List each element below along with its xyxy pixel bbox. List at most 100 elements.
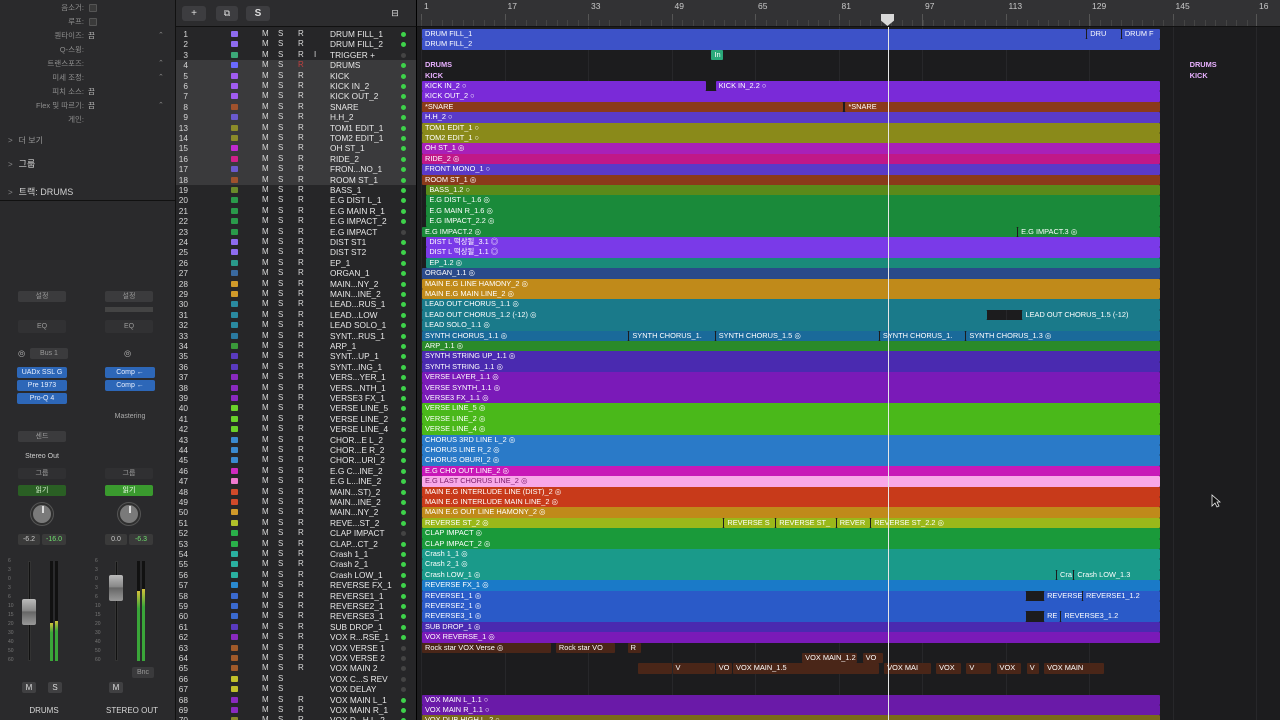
solo-s-button[interactable]: S: [246, 6, 270, 21]
inspector-param[interactable]: 루프:: [0, 16, 176, 28]
group-slot[interactable]: 그룹: [105, 468, 153, 479]
track-header[interactable]: 49 M S R MAIN...INE_2: [176, 497, 416, 507]
mute-button[interactable]: M: [262, 601, 269, 611]
record-button[interactable]: R: [298, 39, 304, 49]
region[interactable]: V: [1026, 663, 1039, 674]
mute-button[interactable]: M: [262, 705, 269, 715]
solo-button[interactable]: S: [278, 206, 283, 216]
output-slot[interactable]: Stereo Out: [17, 451, 67, 462]
solo-button[interactable]: S: [278, 424, 283, 434]
mute-button[interactable]: M: [262, 60, 269, 70]
solo-button[interactable]: S: [278, 466, 283, 476]
solo-button[interactable]: S: [278, 487, 283, 497]
track-header[interactable]: 21 M S R E.G MAIN R_1: [176, 206, 416, 216]
region[interactable]: SYNTH STRING_1.1 ◎: [422, 361, 1160, 373]
solo-button[interactable]: S: [278, 674, 283, 684]
param-value[interactable]: 끔: [88, 86, 95, 98]
mute-button[interactable]: M: [262, 559, 269, 569]
solo-button[interactable]: S: [278, 559, 283, 569]
solo-button[interactable]: S: [278, 580, 283, 590]
region[interactable]: VERSE3 FX_1.1 ◎: [422, 393, 1160, 404]
record-button[interactable]: R: [298, 331, 304, 341]
solo-button[interactable]: S: [278, 393, 283, 403]
region[interactable]: SUB DROP_1 ◎: [422, 621, 1160, 633]
track-header[interactable]: 63 M S R VOX VERSE 1: [176, 643, 416, 653]
mute-button[interactable]: M: [262, 102, 269, 112]
solo-button[interactable]: S: [278, 237, 283, 247]
mute-button[interactable]: M: [262, 39, 269, 49]
region[interactable]: EP_1.2 ◎: [426, 257, 1160, 269]
region[interactable]: REVER: [836, 517, 871, 529]
track-header[interactable]: 4 M S R DRUMS: [176, 60, 416, 71]
record-button[interactable]: R: [298, 102, 304, 112]
region[interactable]: VO: [715, 663, 733, 674]
record-button[interactable]: R: [298, 705, 304, 715]
record-button[interactable]: R: [298, 414, 304, 424]
solo-button[interactable]: S: [278, 123, 283, 133]
region[interactable]: DIST L 떡상될_3.1 ◎: [426, 237, 1160, 248]
solo-button[interactable]: S: [48, 682, 62, 693]
solo-button[interactable]: S: [278, 320, 283, 330]
region[interactable]: MAIN E.G LINE HAMONY_2 ◎: [422, 278, 1160, 289]
region[interactable]: VERSE LINE_5 ◎: [422, 403, 1160, 414]
solo-button[interactable]: S: [278, 715, 283, 720]
record-button[interactable]: R: [298, 29, 304, 39]
track-header[interactable]: 2 M S R DRUM FILL_2: [176, 39, 416, 49]
region[interactable]: V: [672, 663, 715, 674]
mute-button[interactable]: M: [262, 455, 269, 465]
solo-button[interactable]: S: [278, 310, 283, 320]
track-header[interactable]: 9 M S R H.H_2: [176, 112, 416, 123]
solo-button[interactable]: S: [278, 455, 283, 465]
record-button[interactable]: R: [298, 258, 304, 268]
region[interactable]: VOX: [936, 663, 961, 674]
region[interactable]: E.G IMPACT_2.2 ◎: [426, 216, 1160, 227]
solo-button[interactable]: S: [278, 143, 283, 153]
mute-button[interactable]: M: [262, 216, 269, 226]
region[interactable]: VERSE LINE_2 ◎: [422, 413, 1160, 425]
mute-button[interactable]: M: [262, 518, 269, 528]
track-header[interactable]: 39 M S R VERSE3 FX_1: [176, 393, 416, 403]
record-button[interactable]: R: [298, 507, 304, 517]
region[interactable]: R: [627, 642, 642, 653]
mute-button[interactable]: M: [262, 497, 269, 507]
mute-button[interactable]: M: [262, 279, 269, 289]
mute-button[interactable]: M: [262, 258, 269, 268]
track-header[interactable]: 51 M S R REVE...ST_2: [176, 518, 416, 528]
solo-button[interactable]: S: [278, 331, 283, 341]
track-header[interactable]: 53 M S R CLAP...CT_2: [176, 539, 416, 549]
more-disclosure[interactable]: > 더 보기: [8, 135, 43, 146]
mute-button[interactable]: M: [262, 133, 269, 143]
track-header[interactable]: 13 M S R TOM1 EDIT_1: [176, 122, 416, 133]
solo-button[interactable]: S: [278, 289, 283, 299]
record-button[interactable]: R: [298, 175, 304, 185]
mute-button[interactable]: M: [262, 341, 269, 351]
track-header[interactable]: 18 M S R ROOM ST_1: [176, 174, 416, 185]
solo-button[interactable]: S: [278, 476, 283, 486]
mute-button[interactable]: M: [262, 539, 269, 549]
volume-value[interactable]: -6.2: [18, 534, 40, 545]
duplicate-track-button[interactable]: ⧉: [216, 6, 238, 21]
solo-button[interactable]: S: [278, 643, 283, 653]
solo-button[interactable]: S: [278, 372, 283, 382]
region[interactable]: Rock star VO: [555, 642, 616, 653]
solo-button[interactable]: S: [278, 403, 283, 413]
record-button[interactable]: R: [298, 91, 304, 101]
region[interactable]: MAIN E.G INTERLUDE MAIN LINE_2 ◎: [422, 497, 1160, 508]
track-header[interactable]: 6 M S R KICK IN_2: [176, 81, 416, 92]
track-header[interactable]: 57 M S R REVERSE FX_1: [176, 580, 416, 590]
region[interactable]: ORGAN_1.1 ◎: [422, 268, 1160, 279]
mute-button[interactable]: M: [262, 383, 269, 393]
solo-button[interactable]: S: [278, 653, 283, 663]
solo-button[interactable]: S: [278, 258, 283, 268]
mute-button[interactable]: M: [262, 528, 269, 538]
region[interactable]: CLAP IMPACT_2 ◎: [422, 538, 1160, 549]
record-button[interactable]: R: [298, 206, 304, 216]
record-button[interactable]: R: [298, 663, 304, 673]
param-value[interactable]: 끔: [88, 30, 95, 42]
track-header[interactable]: 20 M S R E.G DIST L_1: [176, 195, 416, 205]
mute-button[interactable]: M: [262, 580, 269, 590]
region[interactable]: MAIN E.G INTERLUDE LINE (DIST)_2 ◎: [422, 486, 1160, 497]
add-track-button[interactable]: +: [182, 6, 206, 21]
track-header[interactable]: 70 M S R VOX D...H L_2: [176, 715, 416, 720]
mute-button[interactable]: M: [262, 549, 269, 559]
